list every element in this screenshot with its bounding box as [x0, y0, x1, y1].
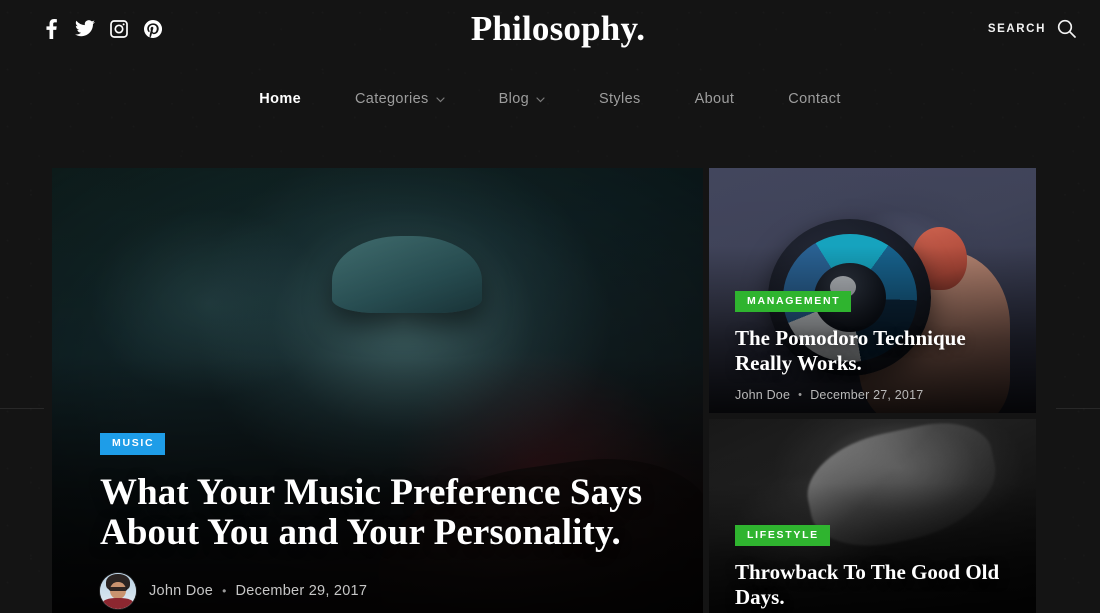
card-post-date: December 27, 2017: [810, 388, 924, 402]
search-icon[interactable]: [1057, 19, 1076, 38]
featured-posts-grid: MUSIC What Your Music Preference Says Ab…: [52, 168, 1036, 613]
nav-item-styles[interactable]: Styles: [572, 91, 668, 107]
search-label: SEARCH: [987, 22, 1046, 35]
facebook-icon[interactable]: [40, 17, 62, 41]
card-post-title[interactable]: Throwback To The Good Old Days.: [735, 560, 1014, 609]
nav-item-categories[interactable]: Categories: [328, 91, 472, 107]
nav-item-label: Categories: [354, 91, 429, 107]
nav-item-label: Styles: [599, 91, 641, 107]
hero-content: MUSIC What Your Music Preference Says Ab…: [100, 433, 661, 609]
hero-post-title[interactable]: What Your Music Preference Says About Yo…: [100, 472, 661, 554]
nav-item-blog[interactable]: Blog: [472, 91, 572, 107]
site-header: Philosophy. SEARCH: [0, 0, 1100, 57]
nav-item-label: Contact: [788, 91, 841, 107]
search-toggle[interactable]: SEARCH: [816, 19, 1076, 38]
card-post-meta: John Doe • December 27, 2017: [735, 388, 1014, 402]
card-author-name[interactable]: John Doe: [735, 388, 790, 402]
hero-post-meta: John Doe • December 29, 2017: [100, 573, 661, 609]
nav-item-label: About: [694, 91, 735, 107]
side-posts-column: MANAGEMENT The Pomodoro Technique Really…: [709, 168, 1036, 613]
category-badge-music[interactable]: MUSIC: [100, 433, 166, 455]
main-navigation: Home Categories Blog Styles About Contac…: [0, 57, 1100, 141]
nav-item-label: Home: [259, 91, 301, 107]
card-content: MANAGEMENT The Pomodoro Technique Really…: [735, 290, 1014, 402]
nav-item-about[interactable]: About: [668, 91, 762, 107]
twitter-icon[interactable]: [74, 17, 96, 41]
card-post-title[interactable]: The Pomodoro Technique Really Works.: [735, 326, 1014, 375]
brand-wrapper: Philosophy.: [300, 11, 816, 46]
category-badge-management[interactable]: MANAGEMENT: [735, 290, 852, 313]
featured-post-hero[interactable]: MUSIC What Your Music Preference Says Ab…: [52, 168, 703, 613]
site-logo[interactable]: Philosophy.: [471, 11, 645, 46]
meta-separator: •: [798, 389, 803, 401]
author-avatar[interactable]: [100, 573, 136, 609]
decorative-rule-left: [0, 408, 44, 409]
nav-item-label: Blog: [498, 91, 530, 107]
pinterest-icon[interactable]: [142, 17, 164, 41]
hero-author-name[interactable]: John Doe: [149, 583, 213, 599]
chevron-down-icon: [436, 97, 445, 103]
hero-post-date: December 29, 2017: [235, 583, 368, 599]
meta-separator: •: [222, 584, 227, 598]
instagram-icon[interactable]: [108, 17, 130, 41]
nav-item-contact[interactable]: Contact: [761, 91, 867, 107]
category-badge-lifestyle[interactable]: LIFESTYLE: [735, 524, 830, 547]
chevron-down-icon: [536, 97, 545, 103]
hero-meta-text: John Doe • December 29, 2017: [149, 583, 367, 599]
social-links: [40, 17, 300, 41]
featured-post-pomodoro[interactable]: MANAGEMENT The Pomodoro Technique Really…: [709, 168, 1036, 413]
card-content: LIFESTYLE Throwback To The Good Old Days…: [735, 524, 1014, 609]
nav-item-home[interactable]: Home: [232, 91, 328, 107]
featured-post-throwback[interactable]: LIFESTYLE Throwback To The Good Old Days…: [709, 419, 1036, 613]
decorative-rule-right: [1056, 408, 1100, 409]
